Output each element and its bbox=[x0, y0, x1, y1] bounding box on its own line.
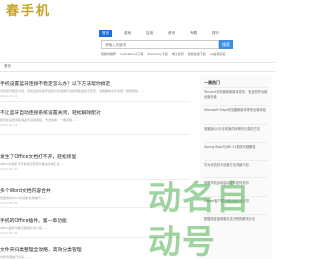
sidebar-item[interactable]: 数据线连接电脑无法识别的解决办法 bbox=[204, 217, 268, 222]
article-title[interactable]: 手机的Office插件，第一章功能 bbox=[0, 217, 67, 224]
article-title[interactable]: 不让蓝牙自动连接系统设置关闭，轻松解除配对 bbox=[0, 109, 101, 116]
hot-links: 赞助商推荐 mytokenios下载 discovery下载 电子合同 免费在线… bbox=[101, 52, 231, 56]
article-desc: Office插件功能与使用方法介绍...... bbox=[0, 226, 48, 230]
main-nav: 首页 游戏 应用 资讯 专题 排行 bbox=[99, 30, 222, 37]
hot-link[interactable]: 赞助商推荐 bbox=[101, 52, 116, 56]
sidebar: 一周热门 Tencent手机管家新版本发布，安全防护功能全面升级 Microso… bbox=[200, 76, 272, 259]
article-divider bbox=[0, 237, 190, 238]
article-date: 2024-05-10 bbox=[0, 167, 18, 171]
search-bar: 搜索 bbox=[101, 40, 233, 49]
article-title[interactable]: 文件夹归类整理全攻略，高效分类管理 bbox=[0, 246, 82, 253]
sidebar-divider bbox=[204, 87, 268, 88]
logo-char: 手 bbox=[21, 4, 35, 19]
sidebar-item[interactable]: 华为手机双卡设置方法详细介绍 bbox=[204, 163, 268, 168]
article-divider bbox=[0, 207, 190, 208]
nav-tab-apps[interactable]: 应用 bbox=[143, 30, 156, 37]
nav-tab-games[interactable]: 游戏 bbox=[121, 30, 134, 37]
article-desc: Office文档打不开的常见原因与解决方案汇总...... bbox=[0, 162, 66, 166]
sidebar-item[interactable]: Spring Boot与JDK 21相关问题解答 bbox=[204, 145, 268, 150]
sidebar-divider bbox=[204, 105, 268, 106]
article-divider bbox=[0, 134, 190, 135]
article-desc: 文件管理技巧分享...... bbox=[0, 255, 30, 259]
sidebar-divider bbox=[204, 196, 268, 197]
article-date: 2024-05-12 bbox=[0, 94, 18, 98]
logo-char: 春 bbox=[6, 4, 20, 19]
sidebar-item[interactable]: Microsoft Edge浏览器新版本带来全新体验 bbox=[204, 108, 268, 113]
search-button[interactable]: 搜索 bbox=[219, 40, 233, 49]
article-title[interactable]: 多个Word文档内容合并 bbox=[0, 187, 51, 194]
nav-tab-news[interactable]: 资讯 bbox=[165, 30, 178, 37]
sidebar-item[interactable]: Tencent手机管家新版本发布，安全防护功能全面升级 bbox=[204, 90, 268, 100]
logo-char: 机 bbox=[36, 4, 50, 19]
hot-link[interactable]: mytokenios下载 bbox=[120, 52, 143, 56]
article-desc: 如何在设置中取消蓝牙自动连接，方法简单，一看就懂...... bbox=[0, 118, 78, 122]
article-divider bbox=[0, 179, 190, 180]
hot-link[interactable]: discovery下载 bbox=[147, 52, 167, 56]
site-logo[interactable]: 春 手 机 bbox=[6, 4, 49, 20]
sidebar-item[interactable]: 电脑版QQ与手机版同步聊天记录的方法 bbox=[204, 127, 268, 132]
article-date: 2024-05-09 bbox=[0, 201, 18, 205]
article-date: 2024-05-11 bbox=[0, 123, 18, 127]
nav-tab-home[interactable]: 首页 bbox=[99, 30, 112, 37]
sidebar-divider bbox=[204, 160, 268, 161]
article-title[interactable]: 发生了Office文档打不开，轻松修复 bbox=[0, 153, 76, 160]
article-desc: 手机蓝牙断连卡顿，手机设置中蓝牙连接方式选择不当会导致连接不稳定，请根据本文方法… bbox=[0, 89, 144, 93]
content-divider bbox=[0, 71, 275, 72]
sidebar-item[interactable]: Steam客户端下载加速方法分享 bbox=[204, 199, 268, 204]
article-divider bbox=[0, 101, 190, 102]
nav-tab-ranking[interactable]: 排行 bbox=[209, 30, 222, 37]
article-date: 2024-05-08 bbox=[0, 231, 18, 235]
sidebar-divider bbox=[204, 177, 268, 178]
sidebar-title: 一周热门 bbox=[204, 80, 220, 85]
hot-link[interactable]: qq在线实名 bbox=[210, 52, 226, 56]
article-title[interactable]: 手机设置蓝牙连接不稳定怎么办？以下方法帮你搞定 bbox=[0, 80, 110, 87]
hot-link[interactable]: 免费在线下载 bbox=[188, 52, 206, 56]
search-input[interactable] bbox=[101, 40, 219, 49]
nav-tab-topics[interactable]: 专题 bbox=[187, 30, 200, 37]
sidebar-item[interactable]: 电脑开机自动启动软件如何关闭 bbox=[204, 181, 268, 186]
sidebar-divider bbox=[204, 142, 268, 143]
sidebar-divider bbox=[204, 214, 268, 215]
article-desc: 批量合并Word文档的实用技巧...... bbox=[0, 196, 47, 200]
sidebar-divider bbox=[204, 124, 268, 125]
hot-link[interactable]: 电子合同 bbox=[172, 52, 184, 56]
header-divider bbox=[0, 62, 275, 63]
breadcrumb[interactable]: 首页 bbox=[4, 64, 11, 69]
